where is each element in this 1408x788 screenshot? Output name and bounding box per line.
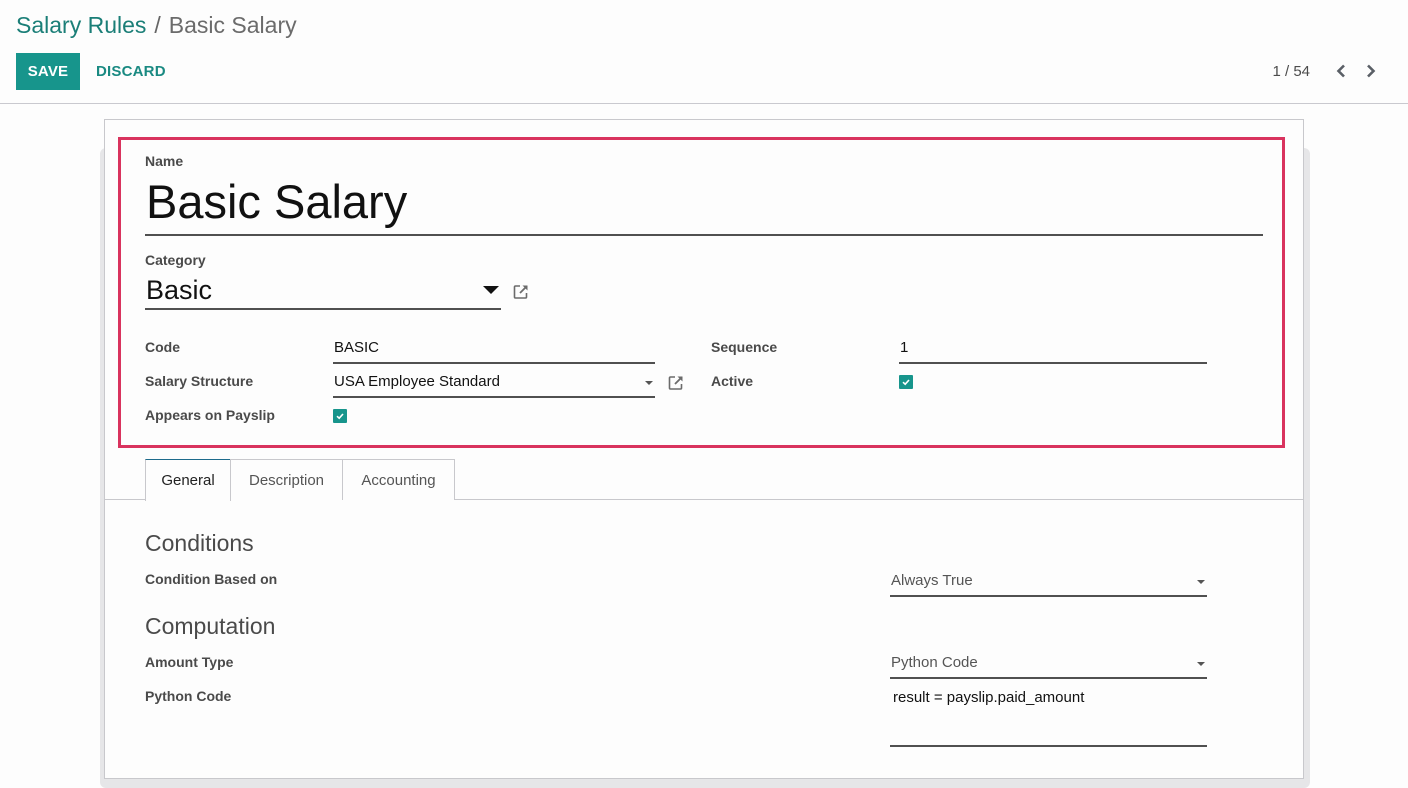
computation-section-title: Computation	[145, 613, 276, 639]
checkmark-icon	[902, 379, 910, 386]
salary-structure-value: USA Employee Standard	[334, 373, 500, 390]
category-value: Basic	[146, 275, 213, 305]
external-link-icon	[668, 376, 683, 390]
appears-on-payslip-label: Appears on Payslip	[145, 407, 275, 423]
sequence-label: Sequence	[711, 339, 778, 355]
python-code-textarea[interactable]: result = payslip.paid_amount	[890, 683, 1207, 747]
category-label: Category	[145, 252, 206, 268]
notebook-tabs: General Description Accounting	[105, 459, 1303, 501]
appears-on-payslip-checkbox[interactable]	[333, 409, 347, 423]
category-external-link-button[interactable]	[512, 283, 530, 301]
pager-value[interactable]: 1 / 54	[1272, 63, 1310, 80]
discard-button[interactable]: DISCARD	[96, 53, 166, 90]
breadcrumb-separator: /	[154, 12, 161, 38]
pager-next-button[interactable]	[1356, 58, 1386, 84]
save-button[interactable]: SAVE	[16, 53, 80, 90]
python-code-label: Python Code	[145, 688, 232, 704]
salary-structure-external-link-button[interactable]	[667, 374, 685, 392]
checkmark-icon	[336, 413, 344, 420]
active-label: Active	[711, 373, 754, 389]
salary-structure-label: Salary Structure	[145, 373, 254, 389]
sequence-input[interactable]: 1	[899, 334, 1207, 364]
tab-description[interactable]: Description	[230, 459, 343, 500]
name-label: Name	[145, 153, 184, 169]
tab-general[interactable]: General	[145, 459, 231, 501]
caret-down-icon	[645, 381, 653, 385]
caret-down-icon	[483, 286, 499, 294]
pager: 1 / 54	[1272, 58, 1386, 84]
conditions-section-title: Conditions	[145, 530, 254, 556]
active-checkbox[interactable]	[899, 375, 913, 389]
code-input[interactable]: BASIC	[333, 334, 655, 364]
condition-based-on-value: Always True	[891, 572, 973, 589]
breadcrumb-salary-rules-link[interactable]: Salary Rules	[16, 12, 146, 38]
pager-previous-button[interactable]	[1326, 58, 1356, 84]
external-link-icon	[513, 285, 528, 299]
category-select[interactable]: Basic	[145, 272, 501, 310]
tab-accounting[interactable]: Accounting	[342, 459, 455, 500]
salary-structure-select[interactable]: USA Employee Standard	[333, 368, 655, 398]
amount-type-select[interactable]: Python Code	[890, 649, 1207, 679]
code-label: Code	[145, 339, 180, 355]
amount-type-value: Python Code	[891, 654, 978, 671]
control-panel: Salary Rules / Basic Salary SAVE DISCARD 1…	[0, 0, 1408, 104]
breadcrumb: Salary Rules / Basic Salary	[16, 11, 297, 39]
chevron-right-icon	[1367, 64, 1376, 78]
name-input[interactable]: Basic Salary	[145, 172, 1263, 236]
caret-down-icon	[1197, 580, 1205, 584]
caret-down-icon	[1197, 662, 1205, 666]
condition-based-on-select[interactable]: Always True	[890, 567, 1207, 597]
breadcrumb-current: Basic Salary	[168, 12, 297, 38]
amount-type-label: Amount Type	[145, 654, 234, 670]
chevron-left-icon	[1336, 64, 1345, 78]
condition-based-on-label: Condition Based on	[145, 571, 278, 587]
